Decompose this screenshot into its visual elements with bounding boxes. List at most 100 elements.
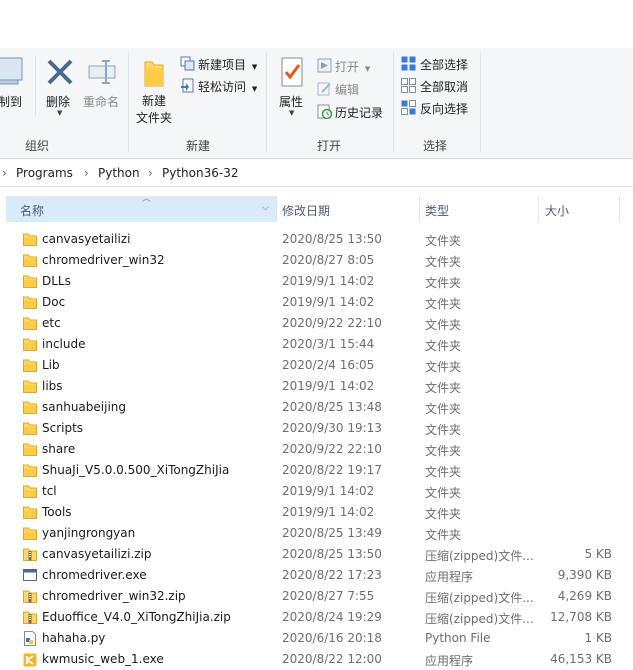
file-name: canvasyetailizi (42, 232, 131, 246)
file-row[interactable]: Lib 2020/2/4 16:05 文件夹 (0, 355, 633, 376)
chevron-down-icon[interactable]: ⌵ (262, 203, 269, 213)
new-folder-label-1: 新建 (142, 94, 167, 108)
file-row[interactable]: tcl 2019/9/1 14:02 文件夹 (0, 481, 633, 502)
file-row[interactable]: chromedriver_win32.zip 2020/8/27 7:55 压缩(z… (0, 586, 633, 607)
divider (480, 52, 481, 152)
divider (128, 52, 129, 152)
new-group-label: 新建 (185, 139, 210, 153)
file-row[interactable]: Scripts 2020/9/30 19:13 文件夹 (0, 418, 633, 439)
file-name: ShuaJi_V5.0.0.500_XiTongZhiJia (42, 463, 230, 477)
file-name: Eduoffice_V4.0_XiTongZhiJia.zip (42, 610, 231, 624)
chevron-down-icon: ▼ (251, 63, 258, 71)
properties-dropdown-icon[interactable]: ▼ (289, 109, 294, 117)
select-all-label: 全部选择 (420, 58, 469, 72)
file-row[interactable]: canvasyetailizi.zip 2020/8/25 13:50 压缩(zip… (0, 544, 633, 565)
file-name: chromedriver.exe (42, 568, 147, 582)
new-folder-button[interactable]: 新建 文件夹 (136, 93, 172, 127)
sort-ascending-icon: ︿ (142, 194, 152, 204)
file-row[interactable]: chromedriver_win32 2020/8/27 8:05 文件夹 (0, 250, 633, 271)
file-type: 压缩(zipped)文件... (425, 549, 534, 563)
file-row[interactable]: DLLs 2019/9/1 14:02 文件夹 (0, 271, 633, 292)
invert-selection-icon (401, 100, 416, 115)
breadcrumb-chevron-icon[interactable]: › (148, 166, 153, 180)
file-row[interactable]: canvasyetailizi 2020/8/25 13:50 文件夹 (0, 229, 633, 250)
file-name: Scripts (42, 421, 84, 435)
open-button[interactable]: 打开 ▼ (335, 58, 370, 75)
breadcrumb-chevron-icon: › (2, 166, 7, 180)
properties-button[interactable]: 属性 (279, 93, 303, 110)
folder-icon (23, 463, 37, 478)
breadcrumb-chevron-icon[interactable]: › (84, 166, 89, 180)
file-name: tcl (42, 484, 57, 498)
breadcrumb-python[interactable]: Python (98, 166, 140, 180)
invert-selection-button[interactable]: 反向选择 (420, 100, 468, 117)
easy-access-label: 轻松访问 (198, 80, 247, 94)
folder-icon (23, 400, 37, 415)
delete-button[interactable]: 删除 (46, 93, 70, 110)
file-row[interactable]: Doc 2019/9/1 14:02 文件夹 (0, 292, 633, 313)
column-header-date[interactable]: 修改日期 (282, 202, 330, 219)
properties-icon (280, 56, 304, 88)
new-item-icon (180, 56, 195, 71)
file-name: DLLs (42, 274, 71, 288)
file-name: sanhuabeijing (42, 400, 126, 414)
file-name: Tools (42, 505, 72, 519)
delete-dropdown-icon[interactable]: ▼ (57, 109, 62, 117)
file-type: 应用程序 (425, 570, 474, 584)
file-name: yanjingrongyan (42, 526, 136, 540)
column-header-bar: 名称 ︿ ⌵ 修改日期 类型 大小 (0, 194, 633, 222)
file-row[interactable]: kwmusic_web_1.exe 2020/8/22 12:00 应用程序 46,1… (0, 649, 633, 670)
file-type: 文件夹 (425, 339, 462, 353)
file-row[interactable]: sanhuabeijing 2020/8/25 13:48 文件夹 (0, 397, 633, 418)
file-size: 4,269 KB (557, 589, 612, 603)
column-divider[interactable] (619, 196, 620, 222)
file-date: 2020/3/1 15:44 (282, 337, 375, 351)
new-folder-label-2: 文件夹 (136, 111, 173, 125)
column-divider[interactable] (276, 196, 277, 222)
new-item-button[interactable]: 新建项目 ▼ (198, 56, 257, 73)
select-none-button[interactable]: 全部取消 (420, 78, 468, 95)
new-item-label: 新建项目 (198, 58, 247, 72)
file-row[interactable]: libs 2019/9/1 14:02 文件夹 (0, 376, 633, 397)
file-type: 文件夹 (425, 465, 462, 479)
edit-icon (317, 81, 332, 96)
file-type: 文件夹 (425, 255, 462, 269)
column-header-name-label: 名称 (20, 204, 45, 218)
file-row[interactable]: hahaha.py 2020/6/16 20:18 Python File 1 KB (0, 628, 633, 649)
column-divider[interactable] (538, 196, 539, 222)
divider (35, 56, 36, 116)
folder-icon (23, 316, 37, 331)
select-all-button[interactable]: 全部选择 (420, 56, 468, 73)
exe-icon (23, 568, 37, 583)
file-name: chromedriver_win32.zip (42, 589, 186, 603)
file-date: 2020/8/24 19:29 (282, 610, 382, 624)
ribbon: 复制到 删除 ▼ 重命名 组织 新建 文件夹 新建项目 ▼ 轻松访问 ▼ 新建 (0, 48, 633, 159)
folder-icon (23, 379, 37, 394)
file-type: 文件夹 (425, 276, 462, 290)
file-date: 2020/8/25 13:50 (282, 547, 382, 561)
breadcrumb-programs[interactable]: Programs (16, 166, 73, 180)
history-button[interactable]: 历史记录 (335, 104, 383, 121)
column-divider[interactable] (419, 196, 420, 222)
file-row[interactable]: ShuaJi_V5.0.0.500_XiTongZhiJia 2020/8/22 … (0, 460, 633, 481)
column-header-type[interactable]: 类型 (425, 202, 449, 219)
open-icon (317, 58, 332, 73)
breadcrumb-python36-32[interactable]: Python36-32 (162, 166, 238, 180)
file-row[interactable]: share 2020/9/22 22:10 文件夹 (0, 439, 633, 460)
file-row[interactable]: include 2020/3/1 15:44 文件夹 (0, 334, 633, 355)
edit-button[interactable]: 编辑 (335, 81, 359, 98)
file-row[interactable]: etc 2020/9/22 22:10 文件夹 (0, 313, 633, 334)
rename-button[interactable]: 重命名 (83, 93, 119, 110)
folder-icon (23, 274, 37, 289)
column-header-size[interactable]: 大小 (545, 202, 569, 219)
column-header-name[interactable]: 名称 ︿ ⌵ (6, 194, 276, 222)
file-name: chromedriver_win32 (42, 253, 165, 267)
file-date: 2019/9/1 14:02 (282, 379, 375, 393)
easy-access-button[interactable]: 轻松访问 ▼ (198, 78, 257, 95)
file-name: Lib (42, 358, 60, 372)
file-row[interactable]: chromedriver.exe 2020/8/22 17:23 应用程序 9,390… (0, 565, 633, 586)
copy-to-button[interactable]: 复制到 (0, 93, 22, 110)
file-row[interactable]: Tools 2019/9/1 14:02 文件夹 (0, 502, 633, 523)
file-row[interactable]: yanjingrongyan 2020/8/25 13:49 文件夹 (0, 523, 633, 544)
file-row[interactable]: Eduoffice_V4.0_XiTongZhiJia.zip 2020/8/24… (0, 607, 633, 628)
